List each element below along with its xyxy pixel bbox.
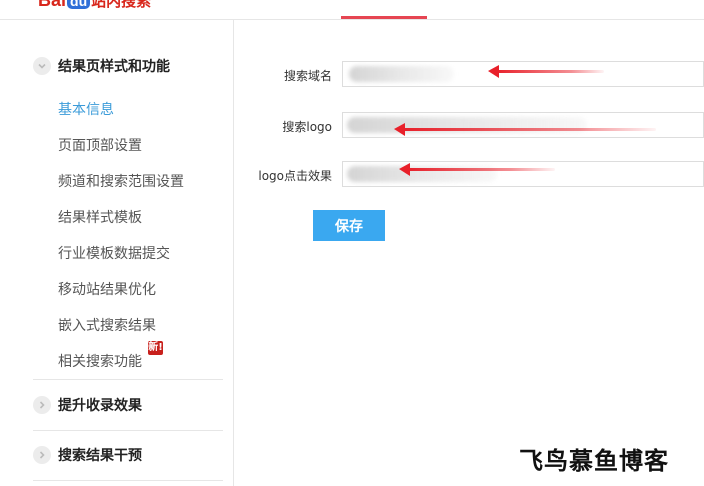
logo-paw: du xyxy=(67,0,91,9)
sidebar-item-page-top[interactable]: 页面顶部设置 xyxy=(58,135,142,155)
section-improve-indexing[interactable]: 提升收录效果 xyxy=(33,395,142,415)
logo-click-label: logo点击效果 xyxy=(258,169,332,183)
baidu-logo[interactable]: Bai du 站内搜索 xyxy=(38,0,152,10)
sidebar-item-channel-scope[interactable]: 频道和搜索范围设置 xyxy=(58,171,184,191)
save-button[interactable]: 保存 xyxy=(313,210,385,241)
sidebar-item-embedded-search[interactable]: 嵌入式搜索结果 xyxy=(58,315,156,335)
sidebar-item-result-template[interactable]: 结果样式模板 xyxy=(58,207,142,227)
chevron-right-icon xyxy=(33,446,51,464)
logo-cn-text: 站内搜索 xyxy=(91,0,152,10)
chevron-down-icon xyxy=(33,57,51,75)
logo-text: Bai xyxy=(38,0,67,10)
annotation-arrow xyxy=(399,163,555,176)
sidebar-divider xyxy=(33,430,223,431)
section-title: 搜索结果干预 xyxy=(58,448,142,464)
section-result-page-style[interactable]: 结果页样式和功能 xyxy=(33,56,170,76)
section-result-intervention[interactable]: 搜索结果干预 xyxy=(33,445,142,465)
sidebar-item-mobile-optimize[interactable]: 移动站结果优化 xyxy=(58,279,156,299)
chevron-right-icon xyxy=(33,396,51,414)
sidebar-item-industry-data[interactable]: 行业模板数据提交 xyxy=(58,243,170,263)
blog-watermark: 飞鸟慕鱼博客 xyxy=(519,447,669,475)
new-badge: 新! xyxy=(148,341,163,355)
sidebar-divider xyxy=(33,480,223,481)
annotation-arrow xyxy=(488,65,604,78)
search-domain-input[interactable] xyxy=(342,61,704,87)
redacted-value xyxy=(349,66,454,82)
logo-click-input[interactable] xyxy=(342,161,704,187)
sidebar-item-related-search[interactable]: 相关搜索功能 xyxy=(58,351,142,371)
search-logo-label: 搜索logo xyxy=(282,120,332,134)
sidebar-item-basic-info[interactable]: 基本信息 xyxy=(58,99,114,119)
sidebar-divider xyxy=(33,379,223,380)
search-domain-label: 搜索域名 xyxy=(283,69,332,83)
top-header: Bai du 站内搜索 xyxy=(0,0,704,20)
active-nav-indicator xyxy=(341,16,427,19)
annotation-arrow xyxy=(394,123,656,136)
section-title: 提升收录效果 xyxy=(58,398,142,414)
section-title: 结果页样式和功能 xyxy=(58,59,170,75)
